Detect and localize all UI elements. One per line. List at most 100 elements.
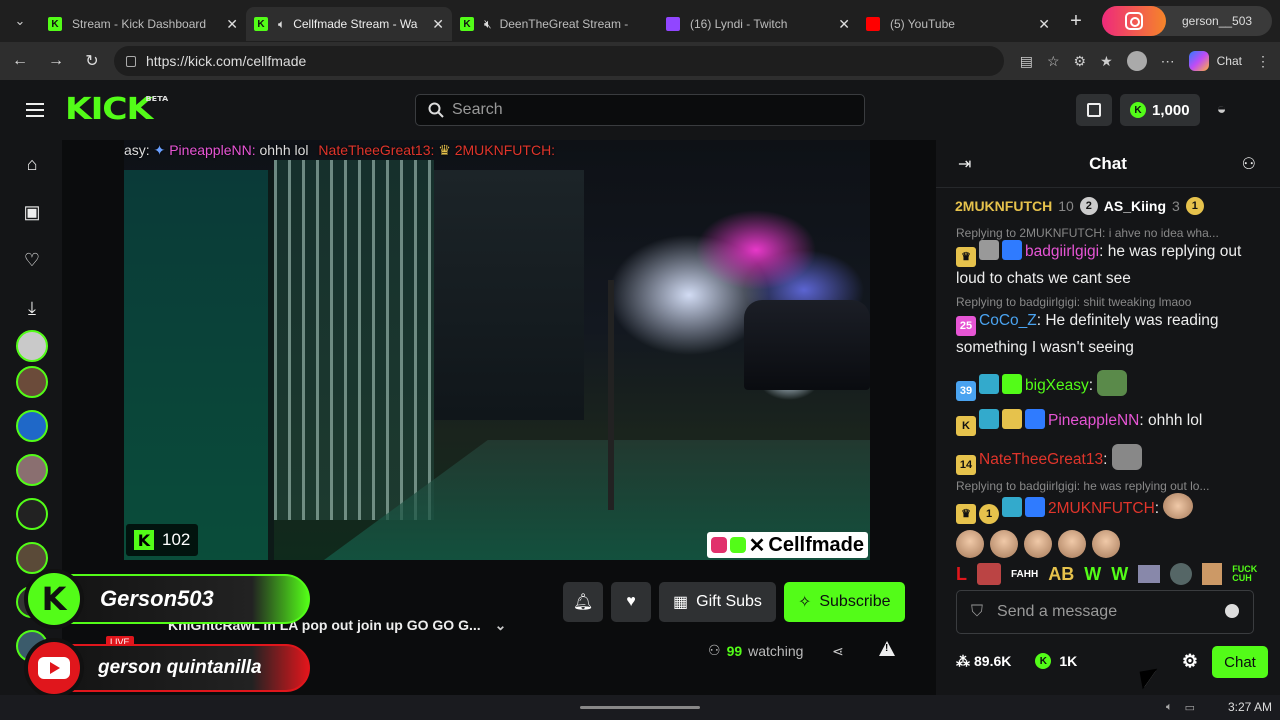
- user-menu-icon[interactable]: ◒: [1208, 96, 1236, 124]
- emote[interactable]: [1138, 565, 1161, 583]
- battery-icon[interactable]: ▭: [1185, 701, 1195, 714]
- tab-actions-chevron-icon[interactable]: ⌄: [0, 0, 40, 42]
- muted-speaker-icon[interactable]: 🔇︎: [484, 17, 492, 32]
- favorites-icon[interactable]: ★: [1100, 53, 1113, 70]
- share-icon[interactable]: ⋖: [832, 643, 844, 660]
- taskbar-handle[interactable]: [580, 706, 700, 709]
- kick-coin-icon: K: [1035, 653, 1052, 669]
- emote[interactable]: FAHH: [1011, 569, 1038, 580]
- chat-message: Replying to badgiirlgigi: shiit tweaking…: [956, 295, 1219, 356]
- avatar[interactable]: [16, 542, 48, 574]
- video-player[interactable]: asy: ✦ PineappleNN: ohhh lol NateTheeGre…: [124, 140, 870, 560]
- subscribe-button[interactable]: ✧ Subscribe: [783, 582, 905, 622]
- send-chat-button[interactable]: Chat: [1212, 646, 1268, 678]
- tab-deenthegreat-stream[interactable]: K 🔇︎ DeenTheGreat Stream -: [452, 7, 658, 41]
- tab-kick-dashboard[interactable]: K Stream - Kick Dashboard ✕: [40, 7, 246, 41]
- copilot-chat-button[interactable]: Chat: [1188, 51, 1242, 71]
- shield-icon: ⛉: [971, 603, 984, 620]
- favorite-star-icon[interactable]: ☆: [1047, 53, 1060, 70]
- emote[interactable]: W: [1111, 564, 1128, 585]
- reader-view-icon[interactable]: ▤: [1020, 53, 1033, 70]
- menu-hamburger-icon[interactable]: [26, 103, 44, 117]
- sub-badge: 39: [956, 381, 976, 401]
- settings-gear-icon[interactable]: ⚙: [1182, 651, 1198, 672]
- url-field[interactable]: https://kick.com/cellfmade: [114, 46, 1004, 76]
- crown-badge-icon: ♛: [956, 504, 976, 524]
- close-icon[interactable]: ✕: [1038, 16, 1050, 33]
- pill-badge-icon: [1002, 409, 1022, 429]
- tab-twitch[interactable]: (16) Lyndi - Twitch ✕: [658, 7, 858, 41]
- extensions-icon[interactable]: ⚙: [1074, 53, 1087, 70]
- layout-icon[interactable]: [1076, 94, 1112, 126]
- emote[interactable]: [1202, 563, 1223, 585]
- avatar[interactable]: [16, 330, 48, 362]
- header-actions: K 1,000 ◒: [1076, 94, 1236, 126]
- emote[interactable]: W: [1084, 564, 1101, 585]
- report-warning-icon[interactable]: [879, 641, 895, 656]
- forward-arrow-icon[interactable]: →: [38, 52, 74, 70]
- notification-bell-icon[interactable]: 🔔︎: [563, 582, 603, 622]
- youtube-name-overlay: gerson quintanilla: [24, 638, 310, 698]
- avatar[interactable]: [1126, 51, 1147, 71]
- gift-subs-button[interactable]: ▦ Gift Subs: [659, 582, 776, 622]
- speaker-icon[interactable]: 🔈︎: [278, 17, 285, 32]
- tab-cellfmade-stream[interactable]: K 🔈︎ Cellfmade Stream - Wa ✕: [246, 7, 452, 41]
- follow-heart-icon[interactable]: ♥: [611, 582, 651, 622]
- browser-toolbar: ▤ ☆ ⚙ ★ ⋯ Chat ⋮: [1020, 42, 1270, 80]
- reload-icon[interactable]: ↻: [74, 51, 110, 71]
- og-badge-icon: [979, 409, 999, 429]
- chat-message: K PineappleNN: ohhh lol: [956, 409, 1268, 436]
- emote[interactable]: [977, 563, 1001, 585]
- chat-message: Replying to badgiirlgigi: he was replyin…: [956, 479, 1268, 558]
- tab-label: Cellfmade Stream - Wa: [293, 17, 418, 31]
- close-icon[interactable]: ✕: [226, 16, 238, 33]
- emoji-icon[interactable]: [1225, 604, 1239, 618]
- emote[interactable]: AB: [1048, 564, 1074, 585]
- more-dots-icon[interactable]: ⋯: [1161, 53, 1175, 70]
- back-arrow-icon[interactable]: ←: [2, 52, 38, 70]
- stream-chat-overlay: asy: ✦ PineappleNN: ohhh lol NateTheeGre…: [124, 142, 556, 158]
- speaker-icon[interactable]: 🔈︎: [1166, 701, 1173, 714]
- clock[interactable]: 3:27 AM: [1228, 700, 1272, 714]
- rank-badge: 1: [1185, 197, 1204, 215]
- close-icon[interactable]: ✕: [432, 16, 444, 33]
- avatar[interactable]: [16, 366, 48, 398]
- chat-footer: ⁂ 89.6K K 1K ⚙ Chat: [956, 646, 1268, 678]
- points-button[interactable]: K 1,000: [1120, 94, 1200, 126]
- new-tab-plus-icon[interactable]: +: [1058, 10, 1094, 33]
- chat-messages: Replying to 2MUKNFUTCH: i ahve no idea w…: [956, 222, 1268, 562]
- sidebar-toggle-icon[interactable]: ⋮: [1256, 53, 1270, 70]
- browse-icon[interactable]: ▣: [22, 202, 42, 222]
- download-icon[interactable]: ⤓: [22, 298, 42, 318]
- kick-icon: [729, 537, 746, 553]
- profile-button[interactable]: gerson__503: [1102, 6, 1272, 36]
- tab-youtube[interactable]: (5) YouTube ✕: [858, 7, 1058, 41]
- viewer-count-badge: K 102: [126, 524, 199, 556]
- kick-badge-icon: K: [956, 416, 976, 436]
- home-icon[interactable]: ⌂: [22, 154, 42, 174]
- kick-coin-icon: K: [1130, 102, 1146, 118]
- instagram-icon: [1102, 6, 1166, 36]
- users-icon[interactable]: ⚇: [1242, 154, 1256, 174]
- kick-logo[interactable]: KICK BETA: [65, 92, 168, 127]
- followers-count: 89.6K: [974, 653, 1012, 669]
- sub-badge: 25: [956, 316, 976, 336]
- tab-label: Stream - Kick Dashboard: [72, 17, 207, 31]
- search-input[interactable]: Search: [415, 94, 865, 126]
- close-icon[interactable]: ✕: [838, 16, 850, 33]
- following-heart-icon[interactable]: ♡: [22, 250, 42, 270]
- hammer-badge-icon: [1025, 497, 1045, 517]
- system-tray: 🔈︎ ▭: [1166, 701, 1195, 714]
- chevron-down-icon[interactable]: ⌄: [495, 617, 507, 633]
- chat-title: Chat: [1089, 154, 1127, 173]
- rank-badge: 2: [1079, 197, 1098, 215]
- emote[interactable]: L: [956, 564, 967, 585]
- avatar[interactable]: [16, 498, 48, 530]
- avatar[interactable]: [16, 410, 48, 442]
- emote[interactable]: [1170, 563, 1193, 585]
- avatar[interactable]: [16, 454, 48, 486]
- chat-message-input[interactable]: ⛉ Send a message: [956, 590, 1254, 634]
- emote[interactable]: FUCK CUH: [1232, 565, 1257, 583]
- crown-badge-icon: ♛: [956, 247, 976, 267]
- tab-label: (5) YouTube: [890, 17, 955, 31]
